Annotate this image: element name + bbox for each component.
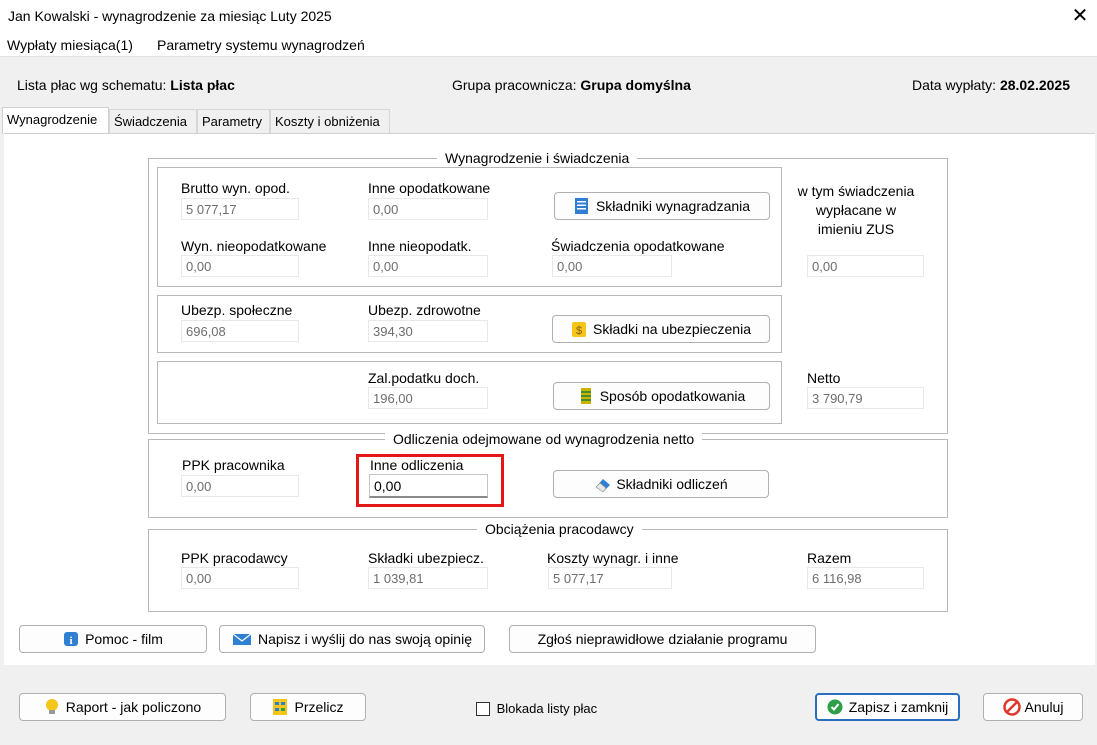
tab-swiadczenia[interactable]: Świadczenia [109, 109, 197, 133]
deductions-group-title: Odliczenia odejmowane od wynagrodzenia n… [385, 431, 703, 447]
ubezp-spol-label: Ubezp. społeczne [181, 302, 293, 318]
ppk-pracownika-field: 0,00 [181, 475, 299, 497]
wyn-nieopod-field: 0,00 [181, 255, 299, 277]
svg-text:i: i [70, 635, 73, 647]
menu-parametry-systemu[interactable]: Parametry systemu wynagrodzeń [157, 37, 365, 53]
group-value: Grupa domyślna [580, 77, 691, 93]
blokada-label: Blokada listy płac [496, 701, 598, 717]
zglos-blad-button[interactable]: Zgłoś nieprawidłowe działanie programu [509, 625, 816, 653]
ubezp-spol-field: 696,08 [181, 320, 299, 342]
skladki-ubezpieczenia-label: Składki na ubezpieczenia [593, 321, 751, 337]
menu-bar: Wypłaty miesiąca(1) Parametry systemu wy… [0, 32, 1097, 57]
anuluj-label: Anuluj [1024, 699, 1064, 715]
lightbulb-icon [44, 698, 60, 716]
ubezp-zdrow-field: 394,30 [368, 320, 488, 342]
close-icon[interactable]: ✕ [1067, 3, 1093, 29]
wyn-nieopod-label: Wyn. nieopodatkowane [181, 238, 327, 254]
zal-field: 196,00 [368, 387, 488, 409]
date-info: Data wypłaty: 28.02.2025 [912, 77, 1070, 93]
brutto-field: 5 077,17 [181, 198, 299, 220]
window-title: Jan Kowalski - wynagrodzenie za miesiąc … [8, 8, 332, 24]
przelicz-button[interactable]: Przelicz [250, 693, 366, 721]
calculator-icon [272, 698, 288, 716]
info-bar: Lista płac wg schematu: Lista płac Grupa… [0, 57, 1097, 109]
menu-wyplaty-miesiaca[interactable]: Wypłaty miesiąca(1) [7, 37, 133, 53]
sposob-opodatkowania-button[interactable]: Sposób opodatkowania [553, 382, 770, 410]
document-icon [574, 197, 590, 215]
skladki-ubezpiecz-label: Składki ubezpiecz. [368, 550, 484, 566]
schema-value: Lista płac [170, 77, 235, 93]
employer-group-title: Obciążenia pracodawcy [477, 521, 642, 537]
zus-label: w tym świadczenia wypłacane w imieniu ZU… [797, 183, 915, 237]
date-value: 28.02.2025 [999, 77, 1071, 93]
netto-field: 3 790,79 [807, 387, 924, 409]
skladniki-odliczen-button[interactable]: Składniki odliczeń [553, 470, 769, 498]
skladniki-odliczen-label: Składniki odliczeń [616, 476, 728, 492]
svg-text:$: $ [576, 325, 582, 337]
zus-field: 0,00 [807, 255, 924, 277]
skladki-ubezpiecz-field: 1 039,81 [368, 567, 488, 589]
skladniki-wynagradzania-label: Składniki wynagradzania [595, 198, 751, 214]
zapisz-label: Zapisz i zamknij [848, 699, 949, 715]
sposob-opodatkowania-label: Sposób opodatkowania [599, 388, 746, 404]
koszty-label: Koszty wynagr. i inne [547, 550, 679, 566]
cancel-icon [1002, 698, 1021, 716]
koszty-field: 5 077,17 [548, 567, 672, 589]
ppk-pracodawcy-label: PPK pracodawcy [181, 550, 288, 566]
swiad-opod-label: Świadczenia opodatkowane [551, 238, 725, 254]
inne-opod-field: 0,00 [368, 198, 488, 220]
title-bar: Jan Kowalski - wynagrodzenie za miesiąc … [0, 0, 1097, 32]
ppk-pracodawcy-field: 0,00 [181, 567, 299, 589]
group-label: Grupa pracownicza: [452, 77, 577, 93]
blokada-checkbox[interactable] [476, 701, 490, 716]
pomoc-film-label: Pomoc - film [85, 631, 163, 647]
info-icon: i [63, 630, 79, 648]
date-label: Data wypłaty: [912, 77, 997, 93]
skladniki-wynagradzania-button[interactable]: Składniki wynagradzania [554, 192, 770, 220]
napisz-opinie-label: Napisz i wyślij do nas swoją opinię [258, 631, 472, 647]
tab-wynagrodzenie[interactable]: Wynagrodzenie [2, 107, 109, 134]
razem-field: 6 116,98 [807, 567, 924, 589]
schema-label: Lista płac wg schematu: [17, 77, 167, 93]
salary-group-title: Wynagrodzenie i świadczenia [437, 150, 638, 166]
napisz-opinie-button[interactable]: Napisz i wyślij do nas swoją opinię [219, 625, 485, 653]
inne-nieopod-label: Inne nieopodatk. [368, 238, 472, 254]
blokada-checkbox-row[interactable]: Blokada listy płac [476, 700, 597, 716]
list-icon [578, 387, 594, 405]
raport-label: Raport - jak policzono [65, 699, 202, 715]
raport-button[interactable]: Raport - jak policzono [19, 693, 226, 721]
brutto-label: Brutto wyn. opod. [181, 180, 290, 196]
eraser-icon [594, 475, 611, 493]
przelicz-label: Przelicz [294, 699, 344, 715]
zal-label: Zal.podatku doch. [368, 370, 480, 386]
schema-info: Lista płac wg schematu: Lista płac [17, 77, 235, 93]
tab-koszty[interactable]: Koszty i obniżenia [270, 109, 390, 133]
ubezp-zdrow-label: Ubezp. zdrowotne [368, 302, 481, 318]
zglos-blad-label: Zgłoś nieprawidłowe działanie programu [537, 631, 788, 647]
skladki-ubezpieczenia-button[interactable]: $ Składki na ubezpieczenia [552, 315, 770, 343]
inne-nieopod-field: 0,00 [368, 255, 488, 277]
netto-label: Netto [807, 370, 841, 386]
inne-opod-label: Inne opodatkowane [368, 180, 491, 196]
ppk-pracownika-label: PPK pracownika [182, 457, 285, 473]
highlight-box [356, 454, 504, 507]
swiad-opod-field: 0,00 [552, 255, 672, 277]
anuluj-button[interactable]: Anuluj [983, 693, 1083, 721]
mail-icon [232, 630, 252, 648]
zapisz-button[interactable]: Zapisz i zamknij [815, 693, 960, 721]
pomoc-film-button[interactable]: i Pomoc - film [19, 625, 207, 653]
group-info: Grupa pracownicza: Grupa domyślna [452, 77, 691, 93]
razem-label: Razem [807, 550, 852, 566]
checkmark-icon [827, 698, 843, 716]
coins-icon: $ [571, 320, 587, 338]
tab-parametry[interactable]: Parametry [197, 109, 270, 133]
